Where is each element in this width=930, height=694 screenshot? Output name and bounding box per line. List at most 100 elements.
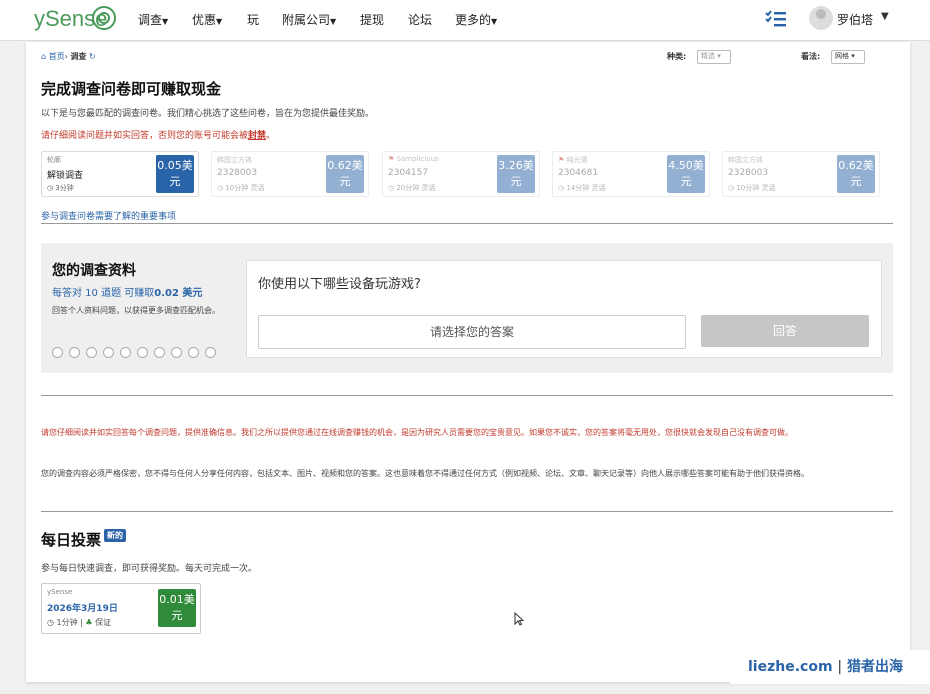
progress-dot xyxy=(137,347,148,358)
nav-play[interactable]: 玩 xyxy=(247,11,259,28)
nav-withdraw[interactable]: 提现 xyxy=(360,11,384,28)
profile-question-box: 你使用以下哪些设备玩游戏? 请选择您的答案 回答 xyxy=(246,260,882,358)
card-title: 解锁调查 xyxy=(47,171,84,181)
flag-icon: ⚑ xyxy=(388,155,395,163)
caret-down-icon: ▼ xyxy=(491,17,498,26)
profile-rate-amount: 0.02 美元 xyxy=(154,288,203,299)
nav-withdraw-label: 提现 xyxy=(360,13,385,27)
type-filter-value: 精选 xyxy=(701,52,715,60)
watermark-site: liezhe.com xyxy=(748,659,833,675)
survey-card[interactable]: 韩国立方体 2328003 ◷ 10分钟 灵话 0.62美元 xyxy=(722,151,880,197)
progress-dot xyxy=(205,347,216,358)
card-meta-text: 10分钟 灵话 xyxy=(736,184,776,192)
avatar[interactable] xyxy=(809,6,833,30)
progress-dot xyxy=(86,347,97,358)
logo-icon xyxy=(92,6,116,30)
clock-icon: ◷ xyxy=(728,184,735,192)
profile-rate-text: 每答对 10 道题 可赚取 xyxy=(52,288,155,299)
nav-more[interactable]: 更多的▼ xyxy=(455,11,497,28)
daily-poll-section: 每日投票 新的 xyxy=(41,529,127,550)
poll-card-time: 1分钟 xyxy=(56,618,78,627)
nav-forum[interactable]: 论坛 xyxy=(408,11,432,28)
page-title: 完成调查问卷即可赚取现金 xyxy=(41,80,222,98)
honesty-notice: 请您仔细阅读并如实回答每个调查问题，提供准确信息。我们之所以提供您通过在线调查赚… xyxy=(41,428,793,437)
caret-down-icon: ▼ xyxy=(216,17,223,26)
survey-card[interactable]: ⚑ Samplicious 2304157 ◷ 20分钟 灵话 3.26美元 xyxy=(382,151,540,197)
checklist-icon[interactable] xyxy=(765,10,787,28)
type-filter-select[interactable]: 精选 ▾ xyxy=(697,50,731,64)
card-price: 0.05美元 xyxy=(156,155,194,193)
refresh-icon[interactable]: ↻ xyxy=(89,52,96,61)
progress-dot xyxy=(69,347,80,358)
card-meta-text: 20分钟 灵话 xyxy=(396,184,436,192)
divider xyxy=(41,395,893,396)
ban-warning-prefix: 请仔细阅读问题并如实回答，否则您的账号可能会被 xyxy=(41,131,249,141)
card-meta: ◷ 10分钟 灵话 xyxy=(728,183,775,193)
home-icon[interactable]: ⌂ xyxy=(41,52,46,61)
caret-down-icon[interactable]: ▼ xyxy=(881,11,889,22)
new-badge: 新的 xyxy=(104,529,127,542)
caret-down-icon: ▼ xyxy=(330,17,337,26)
ban-warning: 请仔细阅读问题并如实回答，否则您的账号可能会被封禁。 xyxy=(41,128,275,141)
page-subtitle: 以下是与您最匹配的调查问卷。我们精心挑选了这些问卷，旨在为您提供最佳奖励。 xyxy=(41,109,375,119)
type-filter-label: 种类: xyxy=(667,52,687,61)
clock-icon: ◷ xyxy=(388,184,395,192)
caret-down-icon: ▼ xyxy=(162,17,169,26)
divider xyxy=(41,511,893,512)
divider xyxy=(41,223,893,224)
answer-select[interactable]: 请选择您的答案 xyxy=(258,315,686,349)
card-source: 韩国立方体 xyxy=(728,156,763,164)
nav-surveys[interactable]: 调查▼ xyxy=(138,11,168,28)
nav-surveys-label: 调查 xyxy=(138,13,163,27)
progress-dots xyxy=(52,343,222,358)
answer-button[interactable]: 回答 xyxy=(701,315,869,347)
progress-dot xyxy=(171,347,182,358)
poll-card-source: ySense xyxy=(47,588,73,596)
watermark-separator: | xyxy=(837,659,843,675)
card-meta-text: 14分钟 灵话 xyxy=(566,184,606,192)
card-meta: ◷ 14分钟 灵话 xyxy=(558,183,605,193)
nav-offers-label: 优惠 xyxy=(192,13,217,27)
poll-card-price: 0.01美元 xyxy=(158,589,196,627)
card-meta: ◷ 10分钟 灵话 xyxy=(217,183,264,193)
breadcrumb-home[interactable]: 首页 xyxy=(49,52,65,61)
ban-warning-suffix: 。 xyxy=(266,131,276,141)
nav-affiliates[interactable]: 附属公司▼ xyxy=(282,11,336,28)
survey-card[interactable]: 轮廓 解锁调查 ◷ 3分钟 0.05美元 xyxy=(41,151,199,197)
user-name[interactable]: 罗伯塔 xyxy=(837,11,873,28)
card-title: 2304157 xyxy=(388,168,429,178)
profile-question: 你使用以下哪些设备玩游戏? xyxy=(258,277,421,292)
progress-dot xyxy=(154,347,165,358)
main-panel: ⌂ 首页› 调查 ↻ 种类: 精选 ▾ 看法: 网格 ▾ 完成调查问卷即可赚取现… xyxy=(26,42,910,682)
view-filter-select[interactable]: 网格 ▾ xyxy=(831,50,865,64)
daily-poll-card[interactable]: ySense 2026年3月19日 ◷ 1分钟 | ♣ 保证 0.01美元 xyxy=(41,583,201,634)
card-source-text: 纯光谱 xyxy=(566,156,588,164)
important-info-link[interactable]: 参与调查问卷需要了解的重要事项 xyxy=(41,209,176,222)
card-title: 2328003 xyxy=(728,168,769,178)
card-source-text: Samplicious xyxy=(396,155,439,163)
nav-forum-label: 论坛 xyxy=(408,13,433,27)
profile-title: 您的调查资料 xyxy=(52,263,136,279)
watermark: liezhe.com | 猎者出海 xyxy=(730,650,930,684)
poll-card-date: 2026年3月19日 xyxy=(47,604,118,614)
confidentiality-notice: 您的调查内容必须严格保密，您不得与任何人分享任何内容，包括文本、图片、视频和您的… xyxy=(41,469,809,478)
card-source: 轮廓 xyxy=(47,156,61,164)
daily-poll-title: 每日投票 xyxy=(41,531,102,549)
view-filter-label: 看法: xyxy=(801,52,821,61)
card-price: 0.62美元 xyxy=(326,155,364,193)
profile-desc: 回答个人资料问题，以获得更多调查匹配机会。 xyxy=(52,306,220,315)
card-title: 2328003 xyxy=(217,168,258,178)
card-meta: ◷ 20分钟 灵话 xyxy=(388,183,435,193)
survey-profile-section: 您的调查资料 每答对 10 道题 可赚取0.02 美元 回答个人资料问题，以获得… xyxy=(41,243,893,373)
nav-more-label: 更多的 xyxy=(455,13,492,27)
progress-dot xyxy=(52,347,63,358)
clock-icon: ◷ xyxy=(217,184,224,192)
progress-dot xyxy=(120,347,131,358)
card-price: 0.62美元 xyxy=(837,155,875,193)
survey-card[interactable]: ⚑ 纯光谱 2304681 ◷ 14分钟 灵话 4.50美元 xyxy=(552,151,710,197)
survey-card[interactable]: 韩国立方体 2328003 ◷ 10分钟 灵话 0.62美元 xyxy=(211,151,369,197)
progress-dot xyxy=(188,347,199,358)
card-source: ⚑ 纯光谱 xyxy=(558,155,588,165)
card-source: ⚑ Samplicious xyxy=(388,155,439,163)
nav-offers[interactable]: 优惠▼ xyxy=(192,11,222,28)
